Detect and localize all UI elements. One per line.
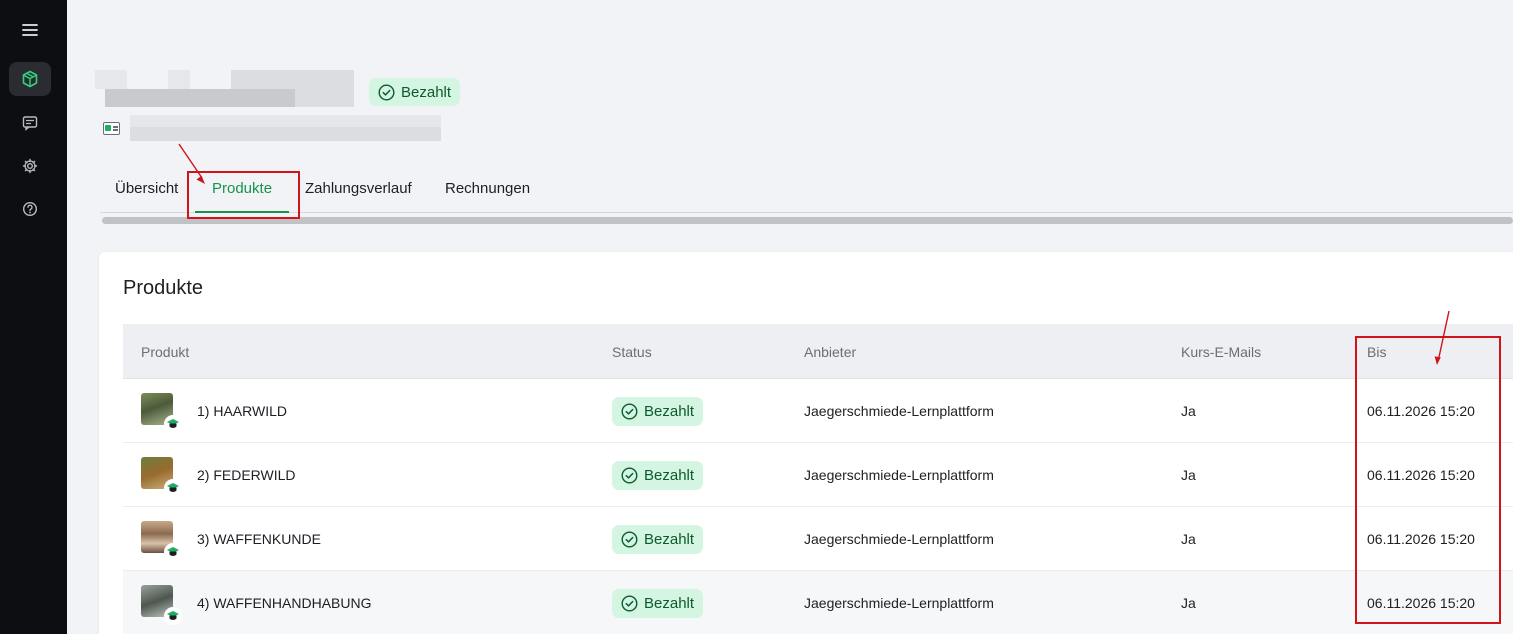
column-header-course-emails[interactable]: Kurs-E-Mails (1181, 344, 1261, 360)
menu-icon (22, 24, 38, 36)
table-row[interactable]: 3) WAFFENKUNDE Bezahlt Jaegerschmiede-Le… (123, 507, 1513, 571)
products-table: Produkt Status Anbieter Kurs-E-Mails Bis… (123, 324, 1513, 634)
redacted-name (105, 89, 295, 107)
annotation-box-until-column (1355, 336, 1501, 624)
sidebar-item-products[interactable] (9, 62, 51, 96)
sidebar-item-settings[interactable] (9, 149, 51, 183)
product-name: 3) WAFFENKUNDE (197, 531, 321, 547)
course-emails-value: Ja (1181, 595, 1196, 611)
tab-bar: Übersicht Produkte Zahlungsverlauf Rechn… (100, 170, 1513, 213)
status-label: Bezahlt (644, 531, 695, 548)
provider-name: Jaegerschmiede-Lernplattform (804, 467, 994, 483)
check-circle-icon (621, 467, 638, 484)
status-label: Bezahlt (644, 467, 695, 484)
status-badge: Bezahlt (612, 397, 704, 426)
payment-status-badge: Bezahlt (369, 78, 461, 106)
course-badge-icon (164, 607, 182, 625)
product-name: 1) HAARWILD (197, 403, 287, 419)
product-thumbnail (141, 521, 182, 561)
course-emails-value: Ja (1181, 467, 1196, 483)
product-thumbnail (141, 393, 182, 433)
product-name: 2) FEDERWILD (197, 467, 296, 483)
status-label: Bezahlt (644, 595, 695, 612)
product-thumbnail (141, 457, 182, 497)
redacted-name (295, 89, 354, 107)
provider-name: Jaegerschmiede-Lernplattform (804, 531, 994, 547)
check-circle-icon (621, 403, 638, 420)
settings-icon (22, 158, 38, 174)
status-badge: Bezahlt (612, 589, 704, 618)
sidebar-item-messages[interactable] (9, 106, 51, 140)
course-badge-icon (164, 479, 182, 497)
redacted-email (130, 115, 441, 127)
sidebar-item-help[interactable] (9, 192, 51, 226)
tab-overview[interactable]: Übersicht (115, 180, 178, 197)
check-circle-icon (621, 595, 638, 612)
table-header: Produkt Status Anbieter Kurs-E-Mails Bis (123, 324, 1513, 379)
table-row[interactable]: 4) WAFFENHANDHABUNG Bezahlt Jaegerschmie… (123, 571, 1513, 634)
column-header-status[interactable]: Status (612, 344, 652, 360)
payment-status-label: Bezahlt (401, 83, 452, 101)
package-icon (22, 70, 38, 88)
course-emails-value: Ja (1181, 403, 1196, 419)
course-badge-icon (164, 415, 182, 433)
card-title: Produkte (123, 277, 204, 299)
check-circle-icon (378, 83, 395, 101)
status-badge: Bezahlt (612, 525, 704, 554)
annotation-box-products-tab (187, 171, 300, 219)
status-label: Bezahlt (644, 403, 695, 420)
column-header-product[interactable]: Produkt (141, 344, 189, 360)
redacted-text (168, 70, 190, 89)
course-badge-icon (164, 543, 182, 561)
table-row[interactable]: 2) FEDERWILD Bezahlt Jaegerschmiede-Lern… (123, 443, 1513, 507)
products-card: Produkte Produkt Status Anbieter Kurs-E-… (99, 252, 1513, 634)
check-circle-icon (621, 531, 638, 548)
menu-button[interactable] (9, 13, 51, 47)
tab-invoices[interactable]: Rechnungen (445, 180, 530, 197)
column-header-provider[interactable]: Anbieter (804, 344, 856, 360)
course-emails-value: Ja (1181, 531, 1196, 547)
product-thumbnail (141, 585, 182, 625)
status-badge: Bezahlt (612, 461, 704, 490)
redacted-email (130, 127, 441, 141)
provider-name: Jaegerschmiede-Lernplattform (804, 595, 994, 611)
provider-name: Jaegerschmiede-Lernplattform (804, 403, 994, 419)
message-icon (22, 116, 38, 131)
redacted-text (231, 70, 354, 89)
tab-payment-history[interactable]: Zahlungsverlauf (305, 180, 412, 197)
table-row[interactable]: 1) HAARWILD Bezahlt Jaegerschmiede-Lernp… (123, 379, 1513, 443)
sidebar (0, 0, 67, 634)
product-name: 4) WAFFENHANDHABUNG (197, 595, 372, 611)
redacted-text (95, 70, 127, 89)
horizontal-scrollbar[interactable] (102, 217, 1513, 224)
id-card-icon (103, 122, 120, 135)
help-icon (22, 201, 38, 217)
